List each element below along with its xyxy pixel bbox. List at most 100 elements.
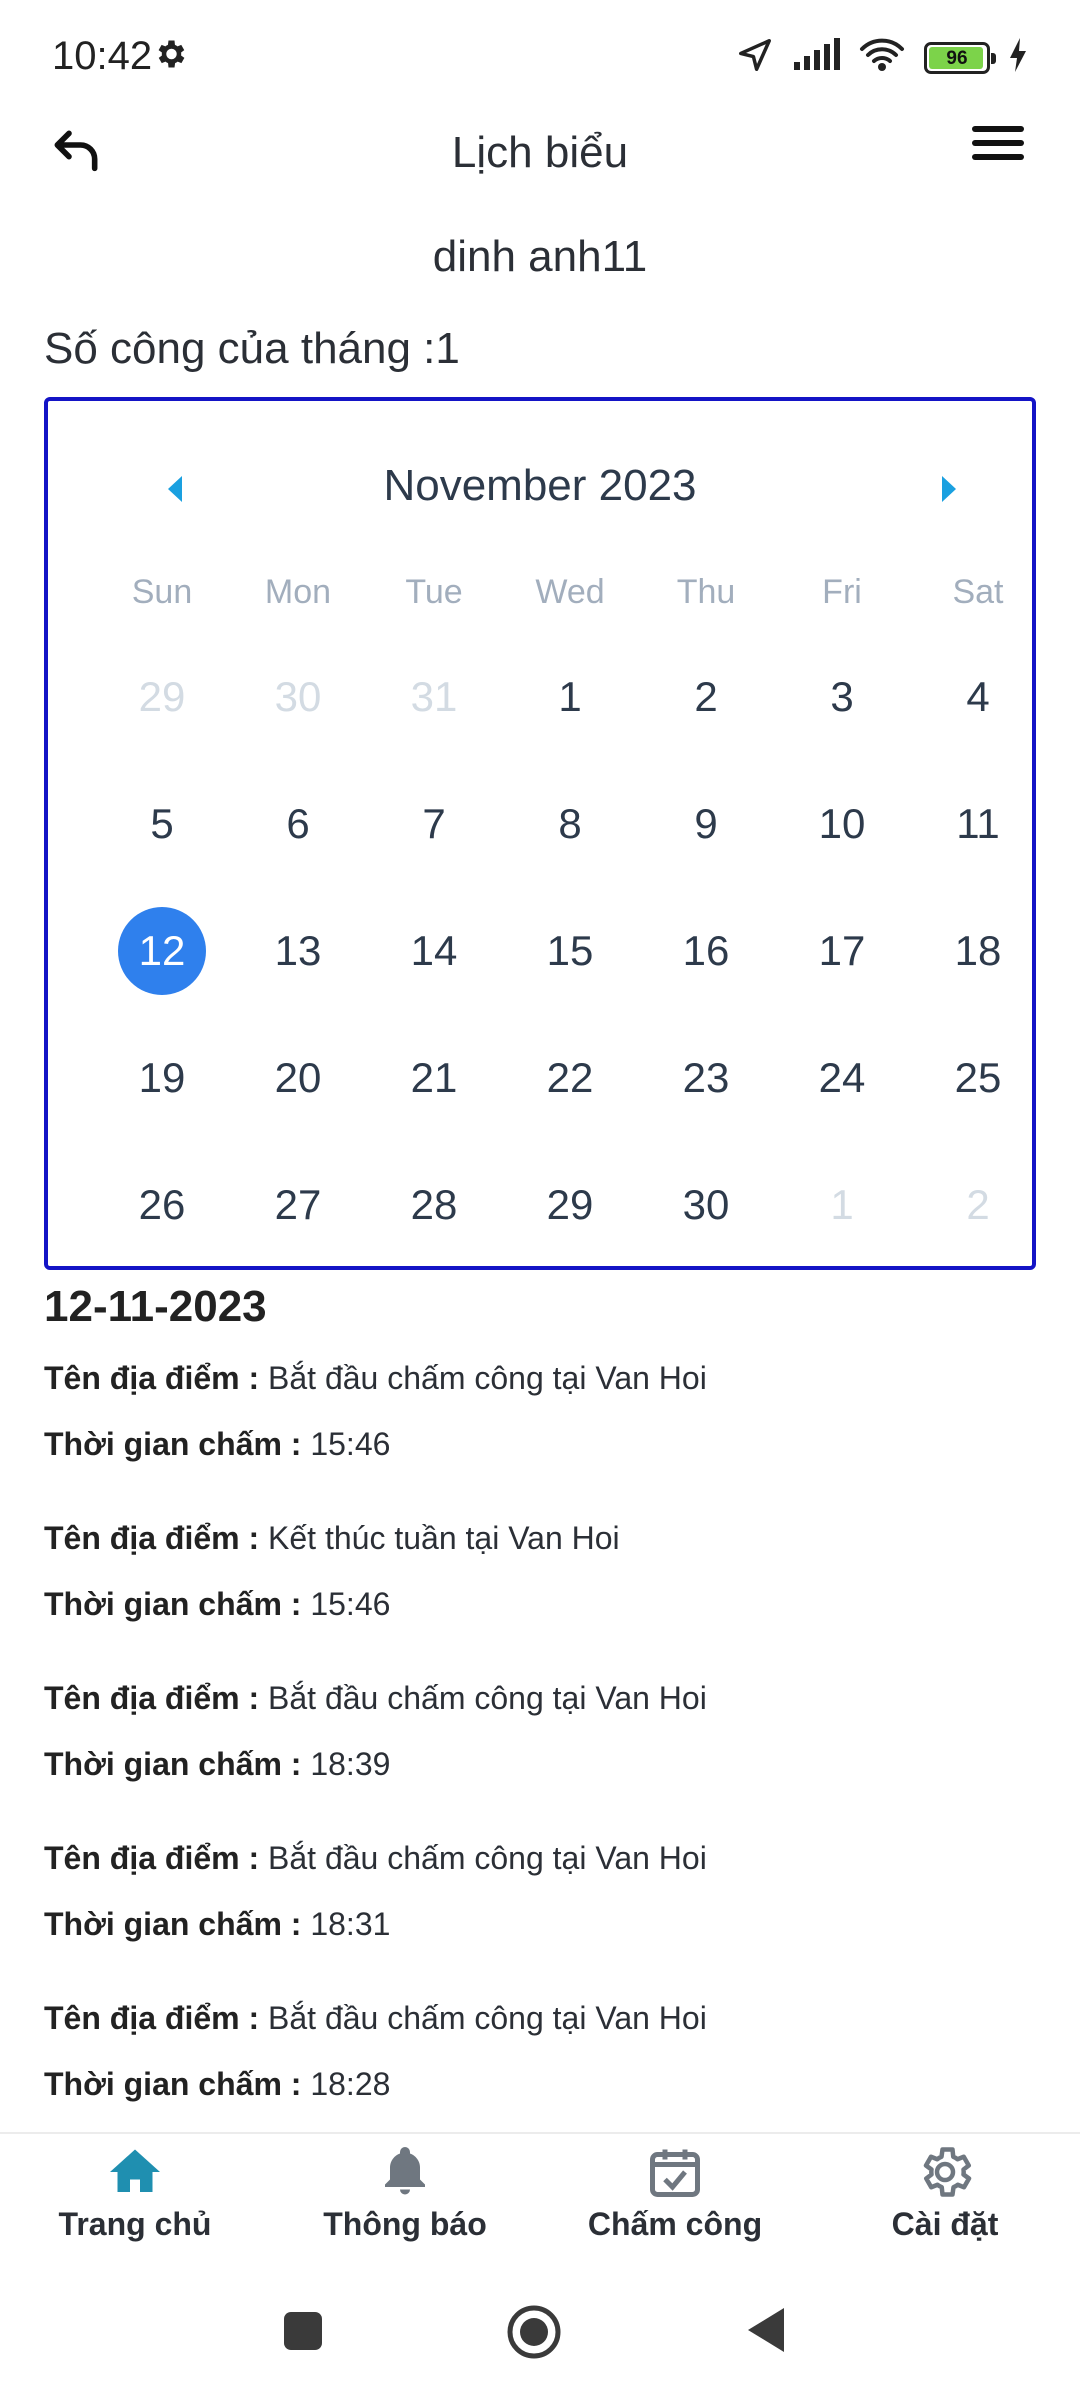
home-system-button[interactable] (506, 2304, 562, 2360)
time-value: 18:28 (310, 2066, 391, 2102)
calendar-day[interactable]: 26 (94, 1141, 230, 1268)
calendar-day[interactable]: 11 (910, 760, 1046, 887)
time-value: 15:46 (310, 1586, 391, 1622)
calendar-day[interactable]: 20 (230, 1014, 366, 1141)
calendar-day[interactable]: 22 (502, 1014, 638, 1141)
calendar-day[interactable]: 5 (94, 760, 230, 887)
place-value: Bắt đầu chấm công tại Van Hoi (268, 1360, 707, 1396)
battery-icon: 96 (924, 41, 996, 74)
calendar-day[interactable]: 27 (230, 1141, 366, 1268)
calendar-month-label: November 2023 (383, 461, 697, 510)
weekday-label: Tue (405, 572, 463, 611)
attendance-entry: Tên địa điểm : Kết thúc tuần tại Van Hoi… (44, 1516, 1044, 1676)
location-icon (736, 36, 774, 79)
place-label: Tên địa điểm : (44, 1680, 260, 1716)
calendar-day[interactable]: 1 (774, 1141, 910, 1268)
place-label: Tên địa điểm : (44, 1840, 260, 1876)
calendar-day[interactable]: 19 (94, 1014, 230, 1141)
selected-date-heading: 12-11-2023 (44, 1282, 267, 1331)
calendar-day[interactable]: 23 (638, 1014, 774, 1141)
time-value: 18:31 (310, 1906, 391, 1942)
calendar-day[interactable]: 25 (910, 1014, 1046, 1141)
calendar-day[interactable]: 28 (366, 1141, 502, 1268)
calendar-day[interactable]: 15 (502, 887, 638, 1014)
calendar-day-selected[interactable]: 12 (94, 887, 230, 1014)
calendar-day[interactable]: 10 (774, 760, 910, 887)
calendar-day[interactable]: 30 (230, 633, 366, 760)
nav-home[interactable]: Trang chủ (0, 2134, 270, 2272)
status-icons: 96 (736, 36, 1028, 79)
place-value: Bắt đầu chấm công tại Van Hoi (268, 1840, 707, 1876)
back-system-button[interactable] (746, 2306, 788, 2354)
calendar-day[interactable]: 1 (502, 633, 638, 760)
bottom-nav: Trang chủ Thông báo Chấm công Cài đặt (0, 2132, 1080, 2272)
calendar-day[interactable]: 17 (774, 887, 910, 1014)
status-time: 10:42 (52, 34, 153, 78)
nav-settings[interactable]: Cài đặt (810, 2134, 1080, 2272)
time-label: Thời gian chấm : (44, 1906, 302, 1942)
calendar-week: 19 20 21 22 23 24 25 (94, 1014, 1046, 1141)
calendar-day[interactable]: 16 (638, 887, 774, 1014)
weekday-label: Mon (264, 572, 332, 611)
nav-attendance-label: Chấm công (587, 2206, 763, 2242)
settings-status-icon (152, 36, 188, 77)
system-navigation-bar (0, 2270, 1080, 2400)
calendar-day[interactable]: 24 (774, 1014, 910, 1141)
calendar-day[interactable]: 3 (774, 633, 910, 760)
weekday-label: Wed (535, 572, 605, 611)
nav-notifications[interactable]: Thông báo (270, 2134, 540, 2272)
calendar-day[interactable]: 9 (638, 760, 774, 887)
user-name: dinh anh11 (432, 232, 648, 281)
calendar-day[interactable]: 4 (910, 633, 1046, 760)
bell-icon (385, 2147, 425, 2195)
calendar-grid: Sun Mon Tue Wed Thu Fri Sat 29 30 31 1 2… (94, 551, 1046, 1268)
calendar-day[interactable]: 6 (230, 760, 366, 887)
status-bar: 10:42 96 (0, 0, 1080, 116)
attendance-entry: Tên địa điểm : Bắt đầu chấm công tại Van… (44, 1356, 1044, 1516)
gear-icon (923, 2147, 972, 2197)
calendar-day[interactable]: 30 (638, 1141, 774, 1268)
time-label: Thời gian chấm : (44, 1426, 302, 1462)
weekday-label: Sun (131, 572, 193, 611)
place-label: Tên địa điểm : (44, 2000, 260, 2036)
signal-icon (792, 38, 840, 77)
calendar-day[interactable]: 31 (366, 633, 502, 760)
calendar-week: 12 13 14 15 16 17 18 (94, 887, 1046, 1014)
calendar-day[interactable]: 7 (366, 760, 502, 887)
calendar-day[interactable]: 18 (910, 887, 1046, 1014)
calendar-day[interactable]: 29 (94, 633, 230, 760)
app-header: Lịch biểu dinh anh11 (0, 116, 1080, 281)
menu-button[interactable] (972, 126, 1024, 178)
calendar-day[interactable]: 29 (502, 1141, 638, 1268)
battery-percent: 96 (946, 47, 968, 69)
attendance-entry: Tên địa điểm : Bắt đầu chấm công tại Van… (44, 1836, 1044, 1996)
time-value: 15:46 (310, 1426, 391, 1462)
place-value: Bắt đầu chấm công tại Van Hoi (268, 2000, 707, 2036)
attendance-entry: Tên địa điểm : Bắt đầu chấm công tại Van… (44, 1676, 1044, 1836)
calendar-week: 5 6 7 8 9 10 11 (94, 760, 1046, 887)
nav-attendance[interactable]: Chấm công (540, 2134, 810, 2272)
calendar-day[interactable]: 8 (502, 760, 638, 887)
calendar-day[interactable]: 2 (638, 633, 774, 760)
weekday-label: Thu (676, 572, 736, 611)
time-label: Thời gian chấm : (44, 2066, 302, 2102)
page-title: Lịch biểu (451, 128, 629, 177)
recents-button[interactable] (282, 2310, 324, 2352)
time-value: 18:39 (310, 1746, 391, 1782)
work-count: Số công của tháng :1 (44, 324, 460, 373)
place-value: Bắt đầu chấm công tại Van Hoi (268, 1680, 707, 1716)
calendar-day[interactable]: 14 (366, 887, 502, 1014)
next-month-button[interactable] (928, 469, 968, 509)
attendance-list: Tên địa điểm : Bắt đầu chấm công tại Van… (44, 1356, 1044, 2156)
place-label: Tên địa điểm : (44, 1360, 260, 1396)
weekday-header: Sun Mon Tue Wed Thu Fri Sat (94, 551, 1046, 633)
calendar-day[interactable]: 2 (910, 1141, 1046, 1268)
nav-notifications-label: Thông báo (323, 2206, 487, 2242)
calendar-day[interactable]: 21 (366, 1014, 502, 1141)
calendar-day[interactable]: 13 (230, 887, 366, 1014)
wifi-icon (858, 37, 906, 78)
time-label: Thời gian chấm : (44, 1586, 302, 1622)
caret-right-icon (942, 476, 956, 502)
calendar-week: 29 30 31 1 2 3 4 (94, 633, 1046, 760)
weekday-label: Fri (822, 572, 862, 611)
